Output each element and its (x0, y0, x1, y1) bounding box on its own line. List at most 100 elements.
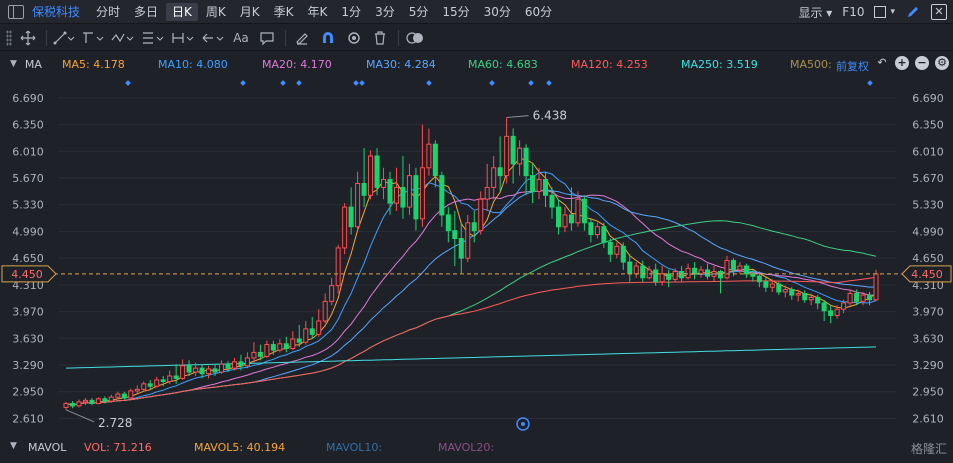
candlestick-chart[interactable]: 6.690 6.690 6.350 6.350 6.010 6.010 5.670 5.670… (0, 75, 953, 435)
candle-body (257, 351, 263, 357)
candle-body (510, 135, 516, 165)
volume-indicator-name[interactable]: MAVOL (28, 441, 66, 454)
chevron-down-icon[interactable]: ▼ (10, 59, 17, 69)
arrow-left-icon[interactable] (201, 28, 225, 48)
candle-body (594, 226, 600, 236)
candle-body (193, 367, 199, 373)
candle-body (335, 247, 341, 287)
chevron-down-icon[interactable]: ▾ (890, 7, 895, 17)
candle-body (238, 361, 244, 367)
candle-body (290, 338, 296, 350)
candle-body (108, 396, 114, 402)
period-tab-daily[interactable]: 日K (166, 2, 198, 21)
period-tab-5min[interactable]: 5分 (403, 3, 435, 21)
period-tab-multiday[interactable]: 多日 (128, 3, 164, 21)
y-tick-label-left: 4.650 (12, 252, 44, 265)
indicator-name[interactable]: MA (25, 58, 42, 71)
candle-body (821, 302, 827, 312)
settings-icon[interactable]: ⚙ (935, 56, 949, 70)
candle-body (69, 403, 75, 407)
y-tick-label-right: 6.010 (912, 145, 944, 158)
wave-icon[interactable] (111, 28, 135, 48)
y-tick-label-right: 5.670 (912, 172, 944, 185)
polyline-icon[interactable] (81, 28, 105, 48)
period-tab-1min[interactable]: 1分 (335, 3, 367, 21)
range-icon[interactable] (171, 28, 195, 48)
candle-body (795, 293, 801, 296)
price-adjust-toggle[interactable]: 前复权 (836, 58, 869, 74)
event-marker-icon (528, 80, 534, 86)
candle-body (244, 357, 250, 367)
candle-body (309, 328, 315, 335)
candle-body (854, 293, 860, 302)
period-tab-30min[interactable]: 30分 (478, 3, 517, 21)
period-tab-monthly[interactable]: 月K (234, 3, 266, 21)
candle-body (374, 155, 380, 188)
candle-body (270, 344, 276, 351)
grip-handle[interactable] (6, 29, 12, 46)
at-anchor-icon-dot (521, 422, 525, 426)
candle-body (802, 293, 808, 301)
sidebar-toggle-icon[interactable] (8, 4, 24, 19)
display-dropdown[interactable]: 显示 ▾ (798, 4, 832, 21)
y-tick-label-left: 4.990 (12, 225, 44, 238)
trash-icon[interactable] (370, 28, 390, 48)
candle-body (173, 375, 179, 379)
max-price-label: 6.438 (533, 109, 567, 123)
candle-body (426, 143, 432, 169)
candle-body (873, 273, 879, 301)
candle-body (147, 383, 153, 387)
zoom-out-icon[interactable]: − (915, 56, 929, 70)
period-tab-60min[interactable]: 60分 (519, 3, 558, 21)
undo-icon[interactable]: ↶ (875, 56, 889, 70)
layout-square-icon[interactable] (874, 6, 887, 18)
candle-body (231, 361, 237, 369)
y-tick-label-left: 6.010 (12, 145, 44, 158)
line-icon[interactable] (53, 28, 75, 48)
candle-body (63, 403, 69, 408)
parallel-channel-icon[interactable] (141, 28, 165, 48)
display-label: 显示 (798, 5, 823, 20)
candle-body (329, 285, 335, 302)
candle-body (251, 351, 257, 359)
period-tab-quarterly[interactable]: 季K (268, 3, 300, 21)
candle-body (679, 271, 685, 279)
period-tab-15min[interactable]: 15分 (436, 3, 475, 21)
candle-body (303, 328, 309, 343)
pen-icon[interactable] (905, 4, 921, 20)
comment-icon[interactable] (257, 28, 277, 48)
stock-name[interactable]: 保税科技 (32, 3, 80, 20)
zoom-in-icon[interactable]: + (895, 56, 909, 70)
candle-body (789, 289, 795, 296)
candle-body (76, 401, 82, 407)
candle-body (497, 167, 503, 177)
close-icon[interactable]: ✕ (931, 4, 947, 20)
event-marker-icon (353, 80, 359, 86)
move-icon[interactable] (18, 28, 38, 48)
magnet-icon[interactable] (318, 28, 338, 48)
candle-body (737, 265, 743, 271)
candle-body (743, 265, 749, 275)
eye-icon[interactable] (344, 28, 364, 48)
period-tab-intraday[interactable]: 分时 (90, 3, 126, 21)
eraser-icon[interactable] (292, 28, 312, 48)
period-tab-yearly[interactable]: 年K (302, 3, 334, 21)
toggle-icon[interactable] (405, 28, 425, 48)
ma120-line (65, 276, 877, 406)
min-price-label: 2.728 (98, 416, 132, 430)
period-tab-3min[interactable]: 3分 (369, 3, 401, 21)
y-tick-label-right: 4.990 (912, 225, 944, 238)
chevron-down-icon[interactable]: ▼ (10, 441, 17, 451)
ma-legend-bar: ▼ MA MA5: 4.178 MA10: 4.080 MA20: 4.170 … (0, 53, 953, 75)
candle-body (387, 179, 393, 204)
f10-button[interactable]: F10 (842, 5, 864, 19)
text-icon[interactable]: Aa (231, 28, 251, 48)
watermark: 格隆汇 (910, 442, 947, 456)
candle-body (277, 343, 283, 351)
candle-body (219, 363, 225, 373)
candle-body (465, 222, 471, 259)
drawing-toolbar: Aa (0, 25, 953, 51)
candle-body (568, 214, 574, 224)
candle-body (653, 269, 659, 283)
period-tab-weekly[interactable]: 周K (200, 3, 232, 21)
